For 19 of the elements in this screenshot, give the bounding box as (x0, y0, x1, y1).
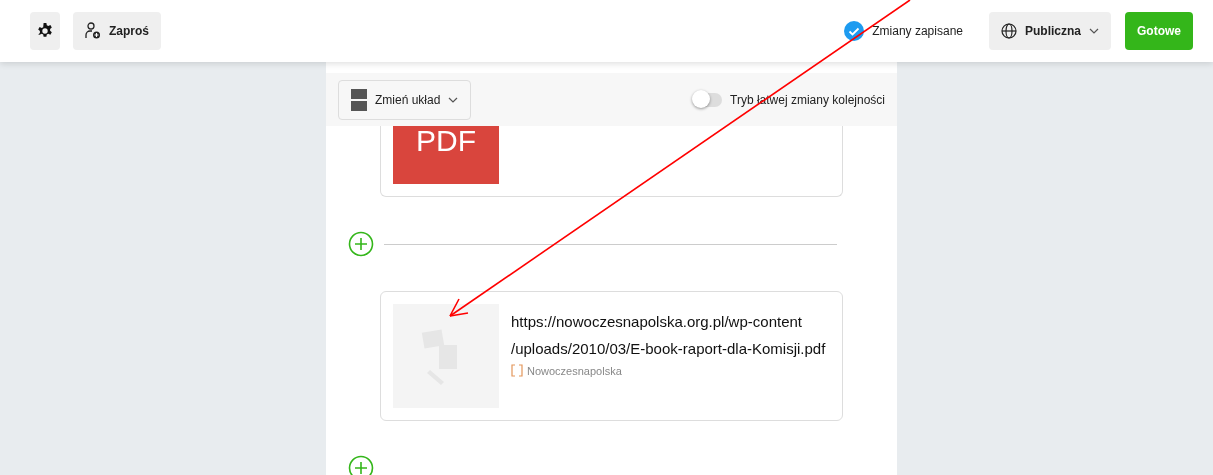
save-status: Zmiany zapisane (872, 24, 963, 38)
invite-button[interactable]: Zaproś (73, 12, 161, 50)
visibility-dropdown[interactable]: Publiczna (989, 12, 1111, 50)
layout-icon (351, 88, 367, 111)
reorder-toggle[interactable] (694, 92, 723, 107)
source-icon (511, 364, 523, 377)
add-block-icon[interactable] (348, 455, 374, 475)
settings-button[interactable] (30, 12, 60, 50)
add-block-icon[interactable] (348, 231, 374, 257)
source-name: Nowoczesnapolska (527, 364, 622, 377)
check-icon (844, 21, 865, 41)
settings-icon (37, 23, 53, 39)
add-user-icon (85, 22, 101, 40)
globe-icon (1001, 23, 1017, 39)
pdf-thumbnail: PDF (393, 126, 499, 184)
chevron-down-icon (1089, 28, 1099, 34)
chevron-down-icon (448, 96, 459, 103)
link-title[interactable]: https://nowoczesnapolska.org.pl/wp-content /uploads/2010/03/E-book-raport-dla-Komisji.pdf (511, 308, 826, 362)
layout-dropdown[interactable]: Zmień układ (338, 79, 472, 120)
